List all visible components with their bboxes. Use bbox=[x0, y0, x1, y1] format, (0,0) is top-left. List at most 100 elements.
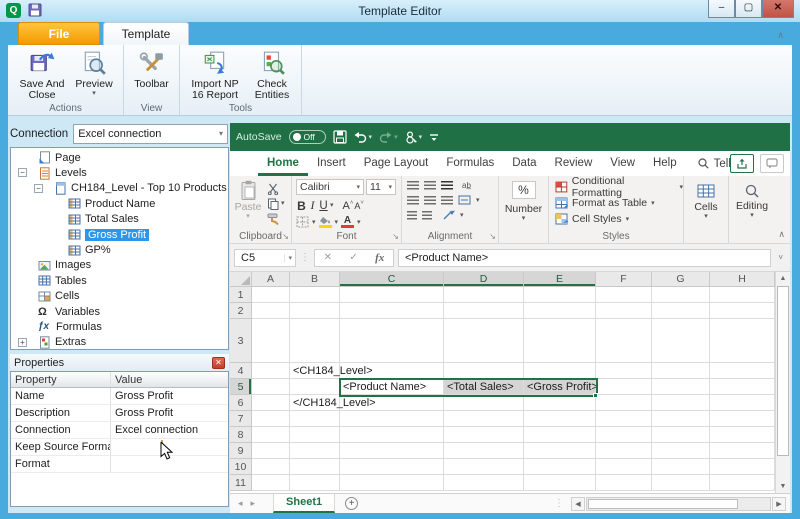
italic-button[interactable]: I bbox=[308, 198, 317, 213]
cell-C8[interactable] bbox=[340, 427, 444, 443]
redo-button[interactable]: ▾ bbox=[379, 131, 398, 143]
cell-F9[interactable] bbox=[596, 443, 652, 459]
tree-item-levels[interactable]: − Levels bbox=[11, 165, 228, 180]
cell-H10[interactable] bbox=[710, 459, 775, 475]
cell-E1[interactable] bbox=[524, 287, 596, 303]
tree-item-total-sales[interactable]: Total Sales bbox=[11, 212, 228, 227]
column-header-C[interactable]: C bbox=[340, 272, 444, 287]
tree-item-cells[interactable]: Cells bbox=[11, 289, 228, 304]
expand-formula-bar-icon[interactable]: ˅ bbox=[775, 253, 786, 262]
customize-qat-icon[interactable] bbox=[429, 132, 439, 142]
cell-G11[interactable] bbox=[652, 475, 710, 491]
align-center-icon[interactable] bbox=[424, 195, 436, 205]
editing-group[interactable]: Editing ▾ bbox=[729, 176, 775, 243]
cell-H7[interactable] bbox=[710, 411, 775, 427]
tree-expander-icon[interactable]: − bbox=[18, 168, 27, 178]
tree-item-product-name[interactable]: Product Name bbox=[11, 196, 228, 211]
excel-tab-home[interactable]: Home bbox=[258, 151, 308, 176]
save-and-close-button[interactable]: Save And Close bbox=[14, 50, 70, 101]
maximize-button[interactable]: ▢ bbox=[735, 0, 762, 18]
tree-item-formulas[interactable]: ƒx Formulas bbox=[11, 319, 228, 334]
tree-item-tables[interactable]: Tables bbox=[11, 273, 228, 288]
conditional-formatting-button[interactable]: Conditional Formatting ▾ bbox=[549, 175, 683, 199]
name-box[interactable]: C5 ▾ bbox=[234, 248, 296, 267]
row-header-10[interactable]: 10 bbox=[230, 459, 252, 475]
cell-F3[interactable] bbox=[596, 319, 652, 363]
dialog-launcher-icon[interactable]: ↘ bbox=[392, 232, 399, 241]
cell-B10[interactable] bbox=[290, 459, 340, 475]
row-header-2[interactable]: 2 bbox=[230, 303, 252, 319]
cell-G8[interactable] bbox=[652, 427, 710, 443]
cell-E5[interactable]: <Gross Profit> bbox=[524, 379, 598, 395]
cell-A2[interactable] bbox=[252, 303, 290, 319]
bold-button[interactable]: B bbox=[296, 199, 307, 213]
horizontal-scrollbar[interactable] bbox=[586, 496, 771, 511]
toolbar-button[interactable]: Toolbar bbox=[127, 50, 177, 90]
cell-H2[interactable] bbox=[710, 303, 775, 319]
cell-A3[interactable] bbox=[252, 319, 290, 363]
wrap-text-icon[interactable]: ab̲ bbox=[462, 181, 471, 190]
cell-D7[interactable] bbox=[444, 411, 524, 427]
tree-item-gp-percent[interactable]: GP% bbox=[11, 242, 228, 257]
cell-G1[interactable] bbox=[652, 287, 710, 303]
cell-D4[interactable] bbox=[444, 363, 524, 379]
close-button[interactable]: ✕ bbox=[762, 0, 794, 18]
align-top-icon[interactable] bbox=[407, 181, 419, 190]
cell-B3[interactable] bbox=[290, 319, 340, 363]
cell-A1[interactable] bbox=[252, 287, 290, 303]
column-header-G[interactable]: G bbox=[652, 272, 710, 287]
connection-select[interactable]: Excel connection ▾ bbox=[73, 123, 228, 144]
add-sheet-icon[interactable]: + bbox=[345, 497, 359, 510]
cell-C9[interactable] bbox=[340, 443, 444, 459]
decrease-indent-icon[interactable] bbox=[407, 210, 417, 220]
cell-F2[interactable] bbox=[596, 303, 652, 319]
cell-H1[interactable] bbox=[710, 287, 775, 303]
cell-E3[interactable] bbox=[524, 319, 596, 363]
cell-G5[interactable] bbox=[652, 379, 710, 395]
cell-B5[interactable] bbox=[290, 379, 340, 395]
cell-B11[interactable] bbox=[290, 475, 340, 491]
confirm-entry-icon[interactable]: ✓ bbox=[349, 252, 357, 263]
share-icon[interactable] bbox=[730, 154, 754, 173]
preview-button[interactable]: Preview ▾ bbox=[70, 50, 118, 97]
underline-button[interactable]: U bbox=[318, 200, 329, 212]
cell-A6[interactable] bbox=[252, 395, 290, 411]
cell-D8[interactable] bbox=[444, 427, 524, 443]
column-header-F[interactable]: F bbox=[596, 272, 652, 287]
cells-group[interactable]: Cells ▾ bbox=[684, 176, 729, 243]
collapse-ribbon-icon[interactable]: ∧ bbox=[777, 30, 784, 41]
cell-G7[interactable] bbox=[652, 411, 710, 427]
cell-A4[interactable] bbox=[252, 363, 290, 379]
cell-F11[interactable] bbox=[596, 475, 652, 491]
sheet-nav-arrows[interactable]: ◂▸ bbox=[238, 498, 263, 509]
excel-tab-formulas[interactable]: Formulas bbox=[437, 151, 503, 176]
cell-G10[interactable] bbox=[652, 459, 710, 475]
font-size-select[interactable]: 11 ▾ bbox=[366, 179, 396, 195]
align-bottom-icon[interactable] bbox=[441, 181, 453, 190]
cell-A7[interactable] bbox=[252, 411, 290, 427]
row-header-11[interactable]: 11 bbox=[230, 475, 252, 491]
cell-B6[interactable]: </CH184_Level> bbox=[290, 395, 376, 411]
cell-B4[interactable]: <CH184_Level> bbox=[290, 363, 373, 379]
undo-button[interactable]: ▾ bbox=[354, 131, 372, 143]
row-header-1[interactable]: 1 bbox=[230, 287, 252, 303]
dialog-launcher-icon[interactable]: ↘ bbox=[489, 232, 496, 241]
cell-F6[interactable] bbox=[596, 395, 652, 411]
shrink-font-button[interactable]: ˅ bbox=[354, 200, 364, 212]
scroll-right-icon[interactable]: ▶ bbox=[772, 496, 786, 511]
cell-styles-button[interactable]: Cell Styles ▾ bbox=[549, 211, 683, 227]
dialog-launcher-icon[interactable]: ↘ bbox=[282, 232, 289, 241]
row-header-9[interactable]: 9 bbox=[230, 443, 252, 459]
cell-B8[interactable] bbox=[290, 427, 340, 443]
formula-input[interactable]: <Product Name> bbox=[398, 248, 772, 267]
cell-F10[interactable] bbox=[596, 459, 652, 475]
tree-expander-icon[interactable]: + bbox=[18, 337, 27, 347]
column-header-H[interactable]: H bbox=[710, 272, 775, 287]
cell-D9[interactable] bbox=[444, 443, 524, 459]
fill-handle[interactable] bbox=[593, 393, 598, 398]
minimize-button[interactable]: – bbox=[708, 0, 735, 18]
cell-A8[interactable] bbox=[252, 427, 290, 443]
cell-B2[interactable] bbox=[290, 303, 340, 319]
excel-tab-page-layout[interactable]: Page Layout bbox=[355, 151, 438, 176]
cell-H9[interactable] bbox=[710, 443, 775, 459]
